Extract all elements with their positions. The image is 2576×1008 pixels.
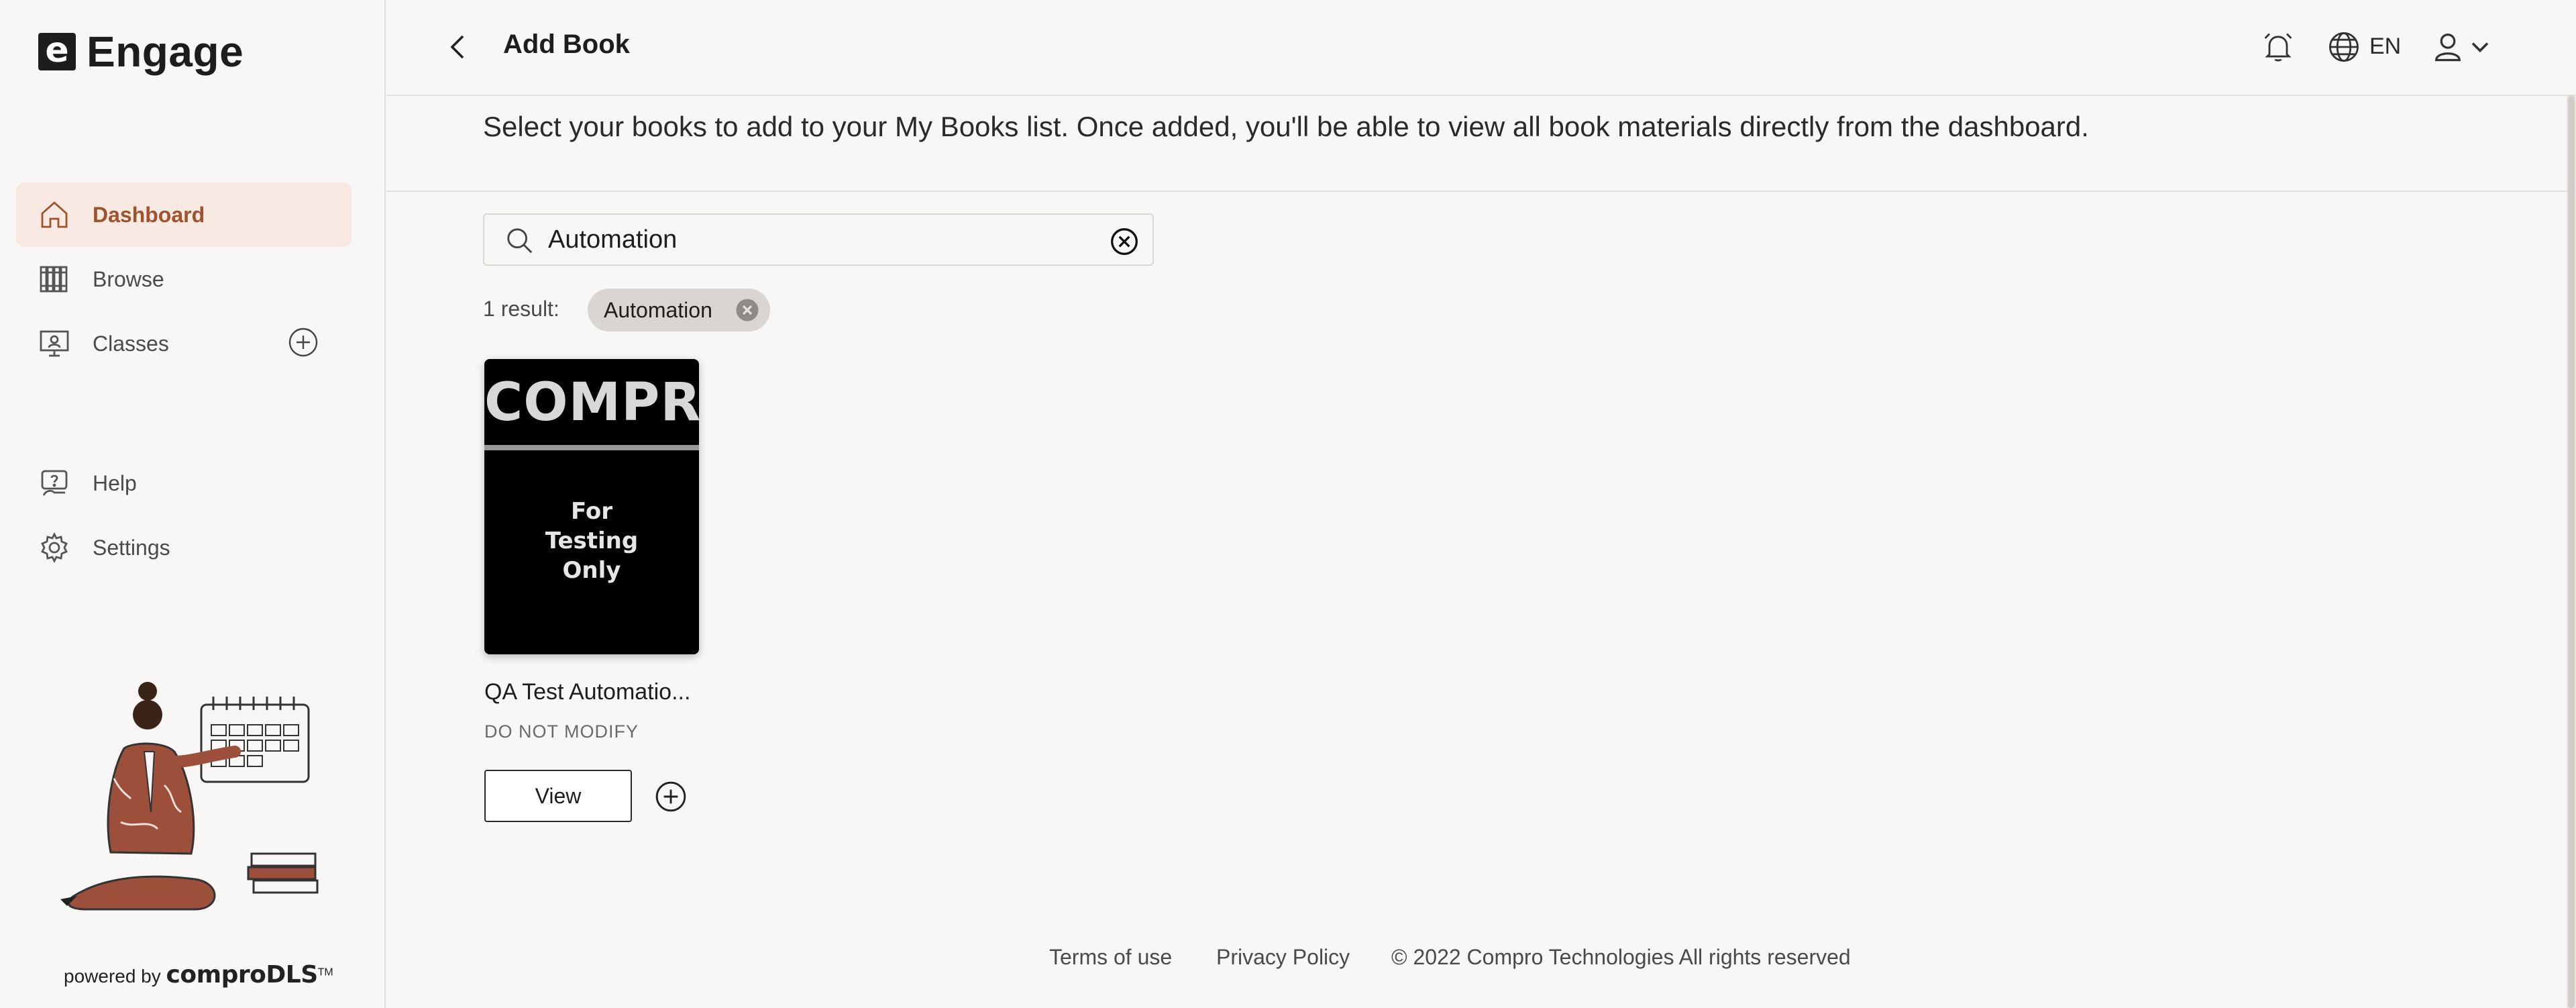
- powered-prefix: powered by: [64, 966, 161, 987]
- filter-chip-label: Automation: [604, 297, 712, 322]
- globe-icon[interactable]: [2326, 30, 2361, 64]
- brand-logo[interactable]: e Engage: [38, 27, 244, 77]
- book-cover-brand: COMPRO: [484, 372, 699, 433]
- search-icon: [504, 225, 535, 256]
- sidebar-item-classes[interactable]: Classes: [16, 311, 352, 376]
- book-cover-text: For Testing Only: [545, 498, 639, 584]
- sidebar-item-label: Settings: [93, 535, 170, 560]
- gear-icon: [38, 531, 71, 564]
- language-label[interactable]: EN: [2369, 34, 2401, 60]
- remove-filter-icon[interactable]: [735, 298, 759, 322]
- sidebar-item-label: Browse: [93, 266, 164, 291]
- sidebar-item-browse[interactable]: Browse: [16, 247, 352, 311]
- sidebar-item-label: Classes: [93, 331, 169, 356]
- back-icon[interactable]: [443, 31, 475, 63]
- add-class-icon[interactable]: [287, 326, 319, 358]
- brand-mark: e: [38, 33, 76, 70]
- result-count: 1 result:: [483, 297, 559, 321]
- book-cover-rule: [484, 445, 699, 450]
- book-subtitle: DO NOT MODIFY: [484, 721, 639, 742]
- book-cover[interactable]: COMPRO For Testing Only: [484, 359, 699, 654]
- sidebar-item-help[interactable]: Help: [16, 451, 352, 515]
- filter-chip: Automation: [588, 289, 770, 332]
- copyright: © 2022 Compro Technologies All rights re…: [1391, 945, 1851, 969]
- book-title[interactable]: QA Test Automatio...: [484, 679, 690, 705]
- user-icon[interactable]: [2430, 30, 2465, 64]
- help-icon: [38, 466, 71, 500]
- sidebar-item-dashboard[interactable]: Dashboard: [16, 183, 352, 247]
- sidebar-item-label: Help: [93, 470, 137, 495]
- scrollbar-thumb[interactable]: [2568, 96, 2575, 1008]
- notification-bell-icon[interactable]: [2261, 30, 2296, 64]
- powered-by: powered by comproDLSTM: [64, 961, 333, 989]
- privacy-link[interactable]: Privacy Policy: [1216, 945, 1350, 970]
- classroom-icon: [38, 327, 71, 360]
- page-instructions: Select your books to add to your My Book…: [483, 111, 2089, 142]
- search-box: [483, 213, 1154, 266]
- header: Add Book EN: [386, 0, 2576, 96]
- home-icon: [38, 198, 71, 232]
- books-icon: [38, 262, 71, 296]
- add-book-icon[interactable]: [654, 780, 688, 813]
- sidebar-item-label: Dashboard: [93, 202, 205, 227]
- sidebar: e Engage Dashboard Browse Classes Help S…: [0, 0, 386, 1008]
- powered-brand: comproDLS: [166, 961, 319, 989]
- sidebar-illustration: [60, 682, 319, 911]
- sidebar-item-settings[interactable]: Settings: [16, 515, 352, 580]
- chevron-down-icon[interactable]: [2465, 30, 2500, 64]
- view-book-button[interactable]: View: [484, 770, 632, 822]
- search-input[interactable]: [548, 221, 1071, 258]
- trademark: TM: [317, 966, 333, 978]
- clear-search-icon[interactable]: [1110, 227, 1139, 256]
- page-title: Add Book: [503, 30, 630, 59]
- terms-link[interactable]: Terms of use: [1049, 945, 1172, 970]
- divider: [386, 191, 2576, 192]
- brand-name: Engage: [87, 28, 244, 76]
